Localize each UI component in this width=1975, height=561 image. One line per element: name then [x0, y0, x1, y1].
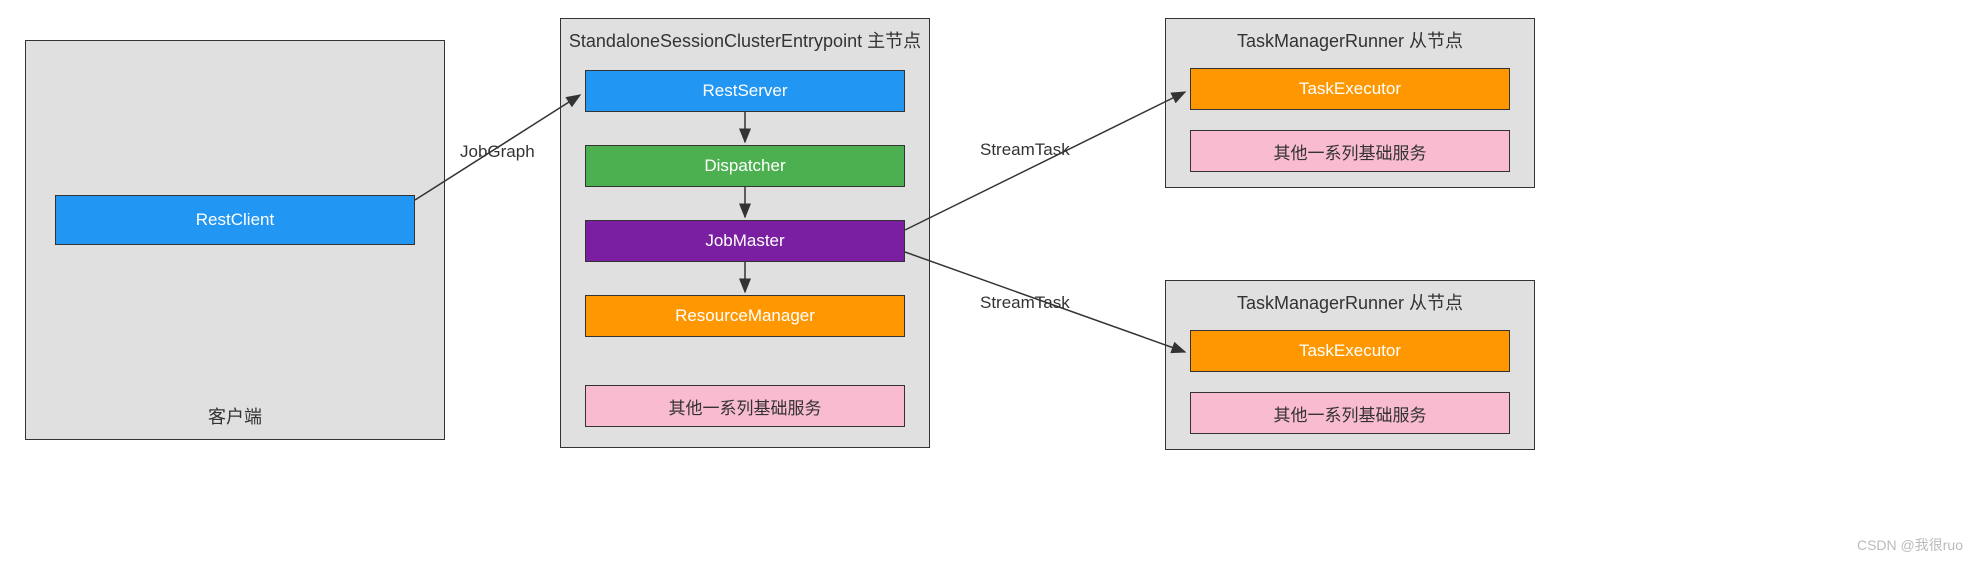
- watermark: CSDN @我很ruo: [1857, 535, 1963, 555]
- arrow-streamtask1: [905, 92, 1185, 230]
- worker1-other-services-label: 其他一系列基础服务: [1274, 139, 1427, 164]
- worker1-task-executor-label: TaskExecutor: [1299, 79, 1401, 99]
- stream-task2-label: StreamTask: [980, 293, 1070, 313]
- worker2-other-services-box: 其他一系列基础服务: [1190, 392, 1510, 434]
- worker1-title: TaskManagerRunner 从节点: [1166, 19, 1534, 61]
- dispatcher-box: Dispatcher: [585, 145, 905, 187]
- rest-client-box: RestClient: [55, 195, 415, 245]
- stream-task1-label: StreamTask: [980, 140, 1070, 160]
- worker1-task-executor-box: TaskExecutor: [1190, 68, 1510, 110]
- resource-manager-box: ResourceManager: [585, 295, 905, 337]
- client-title: 客户端: [26, 403, 444, 429]
- worker1-other-services-box: 其他一系列基础服务: [1190, 130, 1510, 172]
- job-graph-label: JobGraph: [460, 142, 535, 162]
- worker2-task-executor-box: TaskExecutor: [1190, 330, 1510, 372]
- master-other-services-box: 其他一系列基础服务: [585, 385, 905, 427]
- rest-server-label: RestServer: [702, 81, 787, 101]
- job-master-label: JobMaster: [705, 231, 784, 251]
- dispatcher-label: Dispatcher: [704, 156, 785, 176]
- rest-client-label: RestClient: [196, 210, 274, 230]
- rest-server-box: RestServer: [585, 70, 905, 112]
- job-master-box: JobMaster: [585, 220, 905, 262]
- master-title: StandaloneSessionClusterEntrypoint 主节点: [561, 19, 929, 61]
- master-other-services-label: 其他一系列基础服务: [669, 394, 822, 419]
- worker2-other-services-label: 其他一系列基础服务: [1274, 401, 1427, 426]
- worker2-task-executor-label: TaskExecutor: [1299, 341, 1401, 361]
- worker2-title: TaskManagerRunner 从节点: [1166, 281, 1534, 323]
- resource-manager-label: ResourceManager: [675, 306, 815, 326]
